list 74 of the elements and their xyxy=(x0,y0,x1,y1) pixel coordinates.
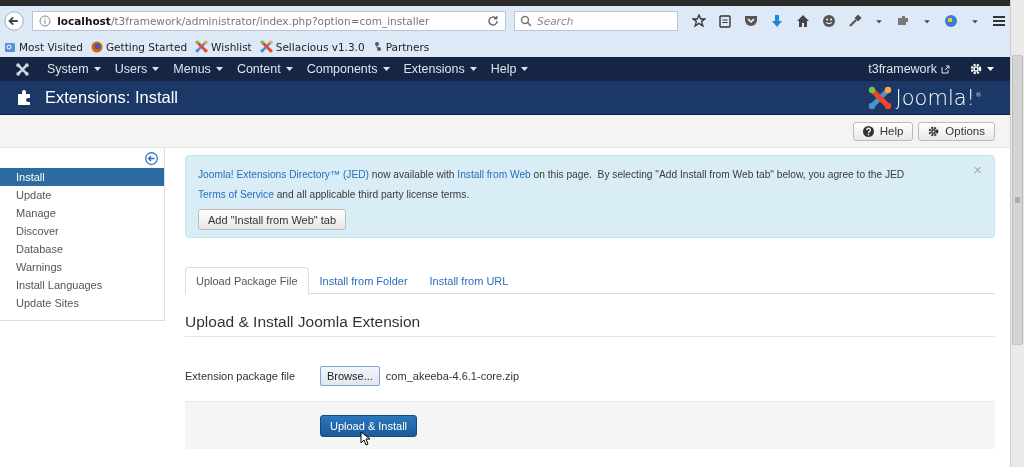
upload-install-button[interactable]: Upload & Install xyxy=(320,414,418,437)
scrollbar[interactable] xyxy=(1011,55,1024,345)
menu-item[interactable]: Components xyxy=(306,62,390,76)
page-title: Extensions: Install xyxy=(45,88,179,107)
alert-link[interactable]: Joomla! Extensions Directory™ (JED) xyxy=(198,169,369,180)
logo-text: Joomla!$^{®}$ xyxy=(895,85,982,110)
home-icon[interactable] xyxy=(796,14,810,28)
menu-item[interactable]: Content xyxy=(236,62,293,76)
sidebar-item[interactable]: Discover xyxy=(0,222,164,240)
caret-icon xyxy=(987,67,994,71)
add-tab-button[interactable]: Add "Install from Web" tab xyxy=(198,209,347,230)
help-icon xyxy=(862,125,874,137)
tab[interactable]: Upload Package File xyxy=(185,267,309,294)
menu-item[interactable]: Menus xyxy=(173,62,223,76)
browse-button[interactable]: Browse... xyxy=(320,366,380,386)
menu-item[interactable]: Help xyxy=(490,62,529,76)
site-link[interactable]: t3framework xyxy=(868,62,950,76)
pocket-icon[interactable] xyxy=(744,14,758,28)
joomla-logo-icon xyxy=(867,85,892,110)
bookmark-folder-icon xyxy=(4,40,16,53)
alert-link[interactable]: Terms of Service xyxy=(198,189,274,200)
search-field[interactable]: Search xyxy=(514,11,678,31)
bookmark-link[interactable]: Wishlist xyxy=(211,40,252,53)
cursor-icon xyxy=(360,431,370,446)
dropper-icon[interactable] xyxy=(848,14,862,28)
sidebar-item[interactable]: Install Languages xyxy=(0,276,164,294)
sidebar-item[interactable]: Update Sites xyxy=(0,294,164,312)
download-icon[interactable] xyxy=(770,14,784,28)
bookmark-link[interactable]: Most Visited xyxy=(19,40,83,53)
joomla-logo-icon[interactable] xyxy=(16,62,29,76)
help-button[interactable]: Help xyxy=(852,121,914,141)
external-link-icon xyxy=(941,64,950,74)
field-label: Extension package file xyxy=(185,370,297,382)
section-heading: Upload & Install Joomla Extension xyxy=(185,313,995,337)
menu-item[interactable]: Extensions xyxy=(403,62,477,76)
bookmark-link[interactable]: Partners xyxy=(385,40,430,53)
caret-icon xyxy=(382,67,390,71)
options-button[interactable]: Options xyxy=(918,121,995,141)
clipboard-icon[interactable] xyxy=(718,14,732,28)
caret-icon xyxy=(215,67,223,71)
bookmark-link[interactable]: Sellacious v1.3.0 xyxy=(275,40,365,53)
star-icon[interactable] xyxy=(692,14,706,28)
menu-icon[interactable] xyxy=(992,14,1006,28)
settings-icon xyxy=(970,63,982,75)
settings-menu[interactable] xyxy=(970,63,994,75)
back-button[interactable] xyxy=(4,10,25,32)
caret-icon xyxy=(285,67,293,71)
sidebar-item[interactable]: Warnings xyxy=(0,258,164,276)
caret-icon xyxy=(469,67,477,71)
gear-icon xyxy=(928,125,940,137)
caret-icon xyxy=(93,67,101,71)
sidebar-item[interactable]: Install xyxy=(0,168,164,186)
alert-link[interactable]: Install from Web xyxy=(457,169,531,180)
sidebar-item[interactable]: Update xyxy=(0,186,164,204)
globe-icon[interactable] xyxy=(944,14,958,28)
reload-icon[interactable] xyxy=(487,15,499,27)
puzzle-icon xyxy=(18,90,33,105)
collapse-icon[interactable] xyxy=(145,152,158,165)
menu-item[interactable]: System xyxy=(47,62,101,76)
caret-icon xyxy=(152,67,160,71)
bookmark-link[interactable]: Getting Started xyxy=(105,40,188,53)
smiley-icon[interactable] xyxy=(822,14,836,28)
tab[interactable]: Install from Folder xyxy=(308,267,419,294)
globe-icon xyxy=(90,40,103,53)
sidebar-item[interactable]: Database xyxy=(0,240,164,258)
caret-icon xyxy=(521,67,529,71)
tab[interactable]: Install from URL xyxy=(418,267,520,294)
joomla-logo-icon xyxy=(259,40,273,53)
puzzle-icon[interactable] xyxy=(896,14,910,28)
alert-message: Joomla! Extensions Directory™ (JED) now available with Install from Web on this page. By selecting "Add Install from Web tab" below, you agree to the JED Terms of Service and all applicable third party license terms. xyxy=(198,168,906,202)
file-name: com_akeeba-4.6.1-core.zip xyxy=(385,370,520,382)
sidebar-item[interactable]: Manage xyxy=(0,204,164,222)
menu-item[interactable]: Users xyxy=(114,62,160,76)
joomla-logo-icon xyxy=(195,40,209,53)
